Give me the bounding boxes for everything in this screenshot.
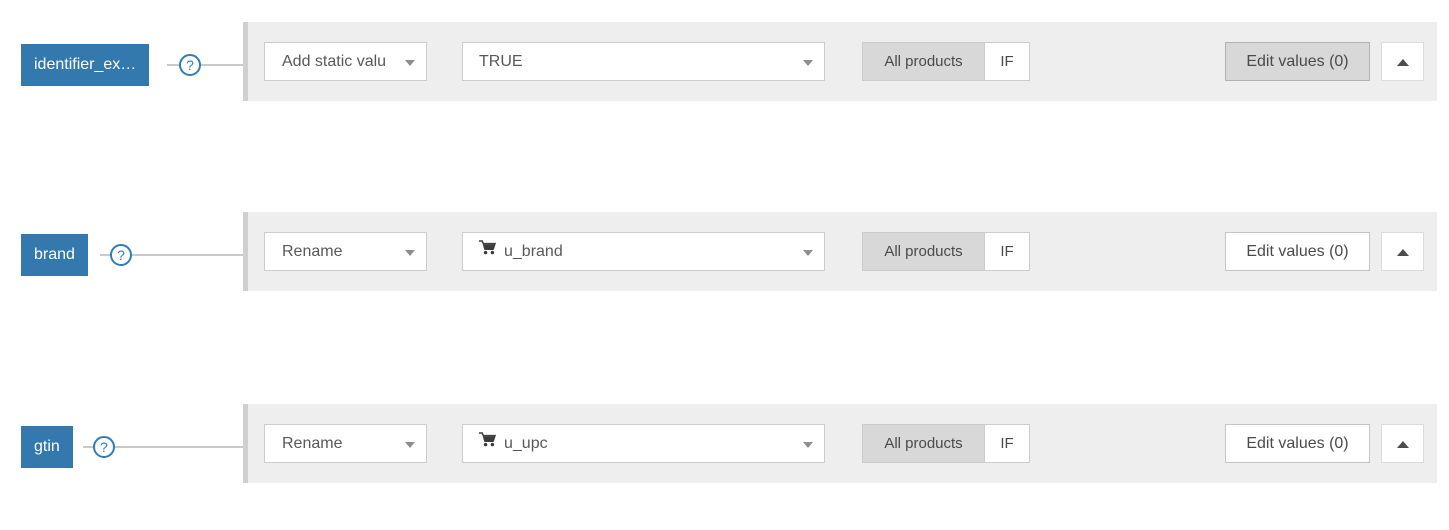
mapping-row: gtin? Rename u_upc All products IF Edit value… — [0, 382, 1449, 502]
panel-accent-bar — [243, 212, 248, 291]
scope-if-button[interactable]: IF — [984, 424, 1030, 463]
chevron-down-icon — [803, 59, 813, 66]
scope-all-products-button[interactable]: All products — [862, 232, 984, 271]
chevron-down-icon — [803, 249, 813, 256]
chevron-up-icon — [1396, 58, 1409, 66]
value-select-value: u_upc — [504, 435, 548, 452]
value-select[interactable]: TRUE — [462, 42, 825, 81]
question-mark-icon[interactable]: ? — [93, 436, 115, 458]
mapping-row-panel: Rename u_brand All products IF Edit values (… — [243, 212, 1437, 291]
field-name-tag[interactable]: gtin — [21, 426, 73, 468]
chevron-down-icon — [405, 441, 415, 448]
collapse-row-button[interactable] — [1381, 424, 1424, 463]
field-name-tag[interactable]: brand — [21, 234, 88, 276]
action-select[interactable]: Rename — [264, 424, 427, 463]
chevron-down-icon — [405, 249, 415, 256]
value-select-value: TRUE — [479, 53, 523, 70]
field-source-area: brand? — [0, 190, 243, 310]
mapping-row-panel: Add static valu TRUE All products IF Edit va… — [243, 22, 1437, 101]
chevron-up-icon — [1396, 248, 1409, 256]
mapping-row: brand? Rename u_brand All products IF Edit va… — [0, 190, 1449, 310]
action-select[interactable]: Add static valu — [264, 42, 427, 81]
value-select-value: u_brand — [504, 243, 563, 260]
scope-segmented-control: All products IF — [862, 424, 1030, 463]
action-select[interactable]: Rename — [264, 232, 427, 271]
field-source-area: gtin? — [0, 382, 243, 502]
collapse-row-button[interactable] — [1381, 42, 1424, 81]
scope-all-products-button[interactable]: All products — [862, 42, 984, 81]
edit-values-button[interactable]: Edit values (0) — [1225, 42, 1370, 81]
chevron-down-icon — [405, 59, 415, 66]
action-select-value: Rename — [282, 243, 343, 260]
action-select-value: Rename — [282, 435, 343, 452]
mapping-row-panel: Rename u_upc All products IF Edit values (0) — [243, 404, 1437, 483]
field-name-tag[interactable]: identifier_ex… — [21, 44, 150, 86]
collapse-row-button[interactable] — [1381, 232, 1424, 271]
scope-segmented-control: All products IF — [862, 42, 1030, 81]
value-select[interactable]: u_brand — [462, 232, 825, 271]
shopping-cart-icon — [479, 233, 497, 269]
question-mark-icon[interactable]: ? — [179, 54, 201, 76]
question-mark-icon[interactable]: ? — [110, 244, 132, 266]
scope-segmented-control: All products IF — [862, 232, 1030, 271]
mapping-row: identifier_ex…? Add static valu TRUE All pr… — [0, 0, 1449, 120]
scope-all-products-button[interactable]: All products — [862, 424, 984, 463]
edit-values-button[interactable]: Edit values (0) — [1225, 232, 1370, 271]
shopping-cart-icon — [479, 425, 497, 461]
value-select[interactable]: u_upc — [462, 424, 825, 463]
scope-if-button[interactable]: IF — [984, 42, 1030, 81]
scope-if-button[interactable]: IF — [984, 232, 1030, 271]
panel-accent-bar — [243, 22, 248, 101]
action-select-value: Add static valu — [282, 53, 387, 70]
field-source-area: identifier_ex…? — [0, 0, 243, 120]
chevron-down-icon — [803, 441, 813, 448]
panel-accent-bar — [243, 404, 248, 483]
edit-values-button[interactable]: Edit values (0) — [1225, 424, 1370, 463]
chevron-up-icon — [1396, 440, 1409, 448]
